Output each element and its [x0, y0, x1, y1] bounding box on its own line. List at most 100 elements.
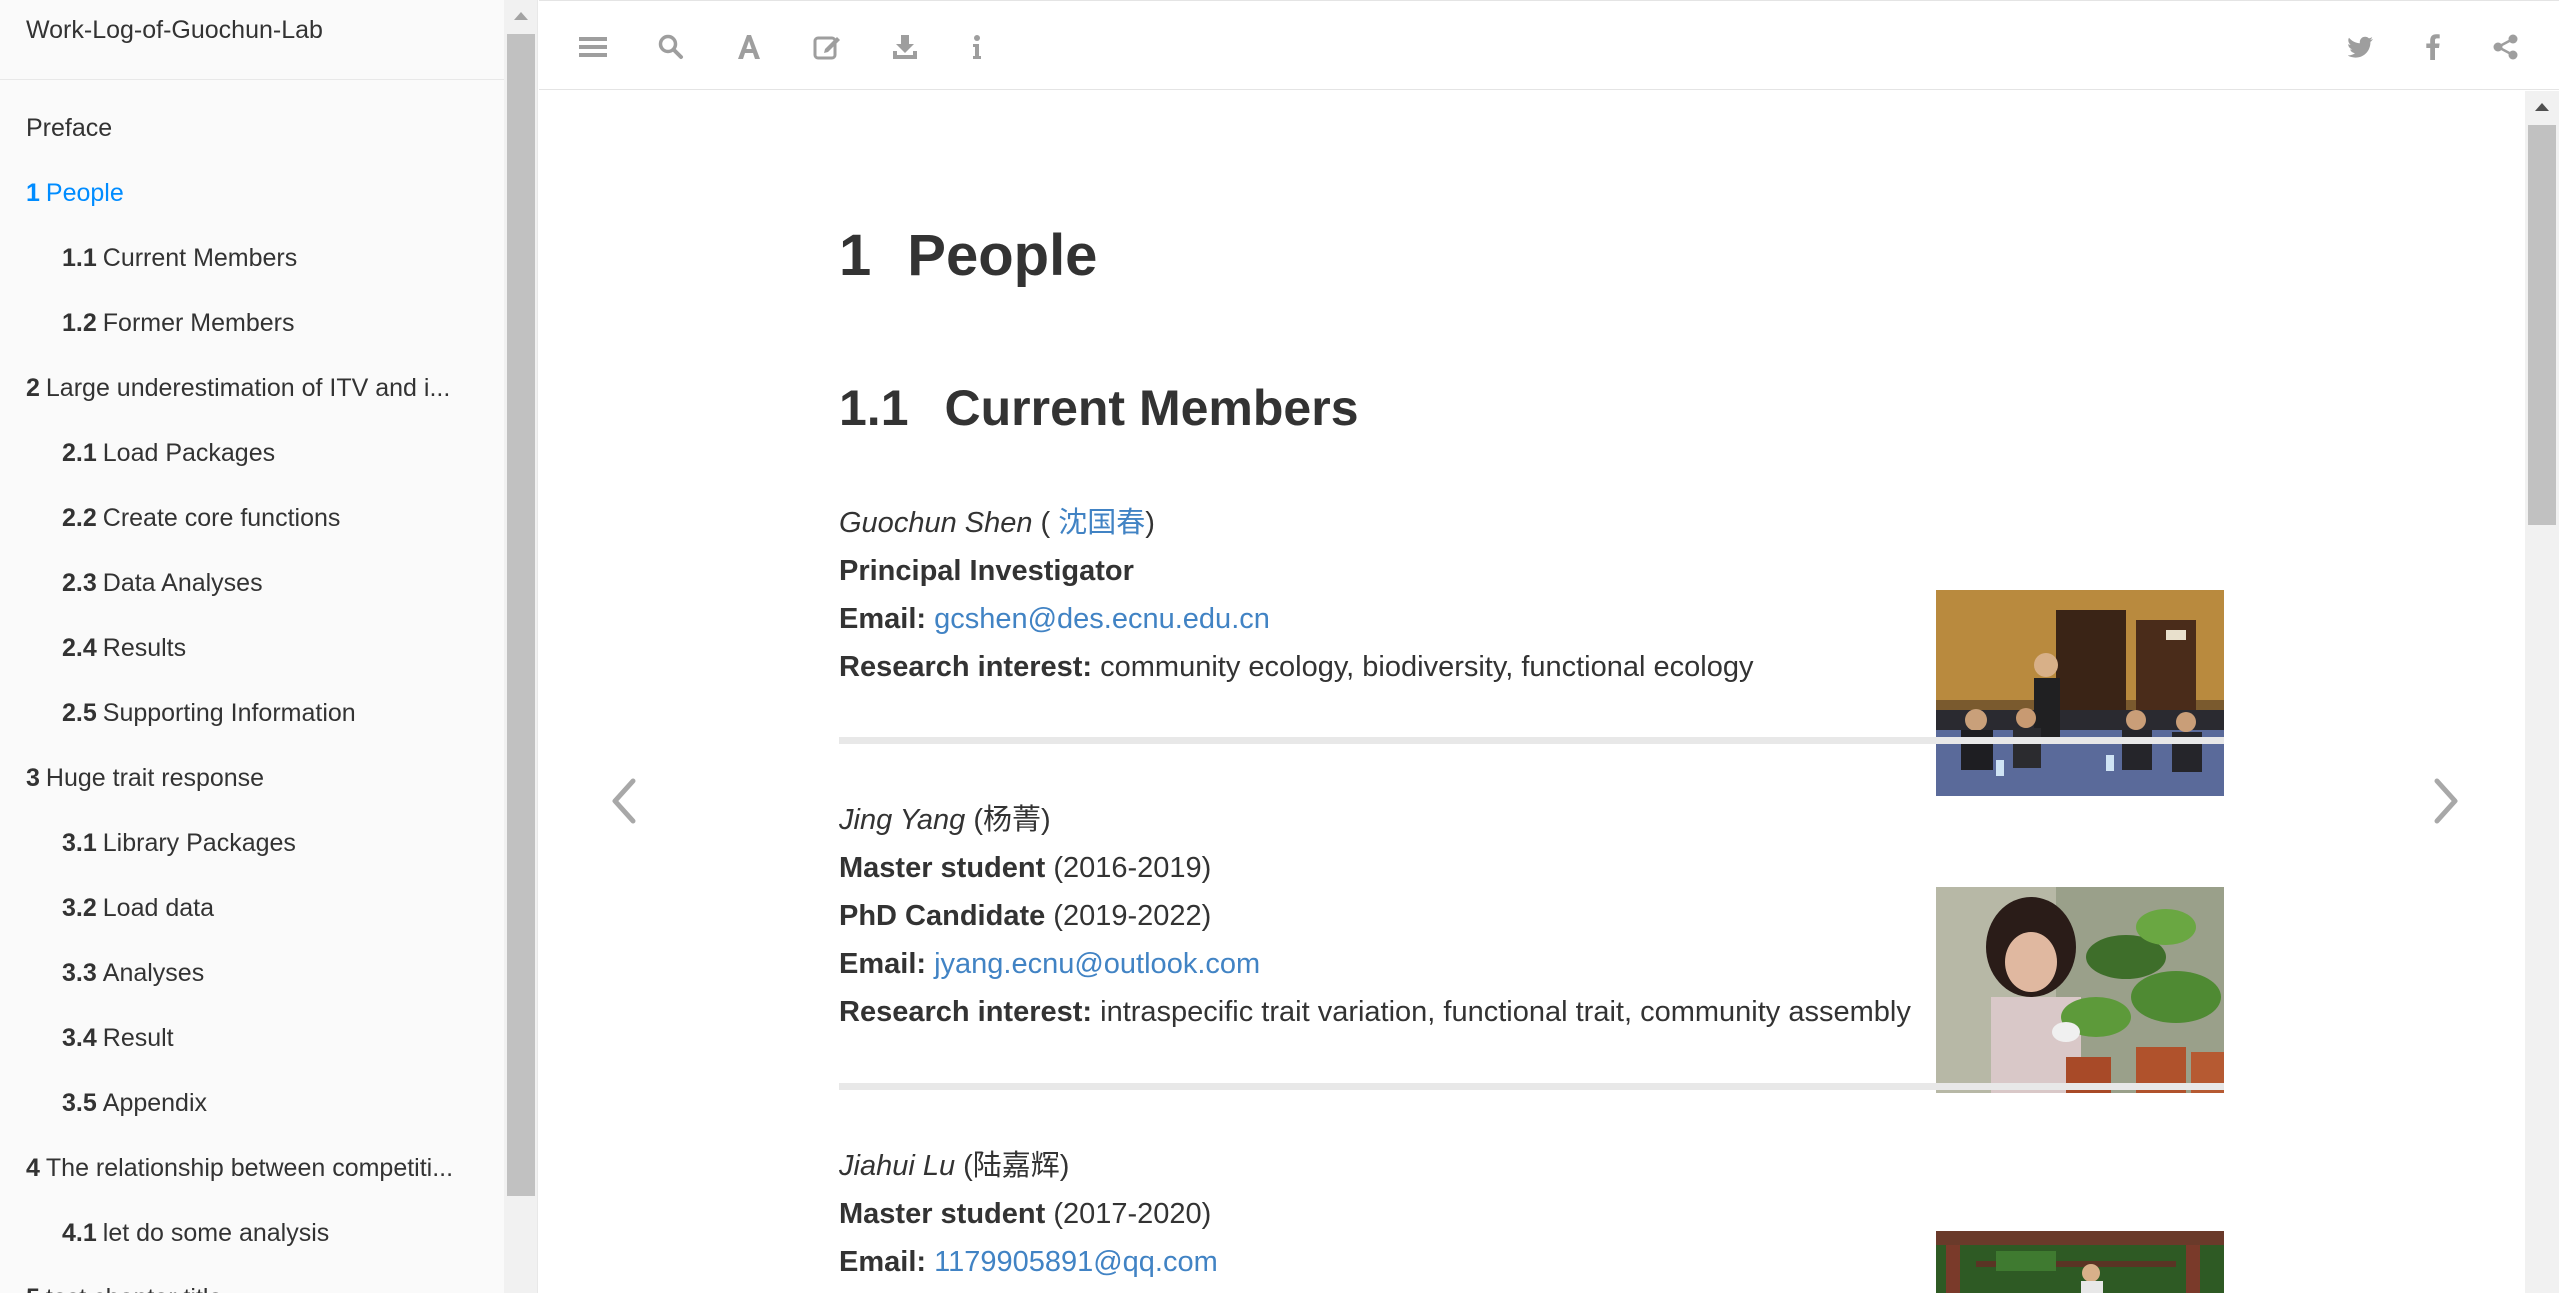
edit-icon[interactable]: [807, 27, 847, 67]
table-of-contents: Preface 1 People 1.1 Current Members 1.2 Fo…: [0, 80, 504, 1293]
toc-item-appendix[interactable]: 3.5 Appendix: [0, 1071, 504, 1136]
share-icon[interactable]: [2486, 27, 2526, 67]
toc-item-chapter-2[interactable]: 2 Large underestimation of ITV and i...: [0, 356, 504, 421]
toc-number: 3.4: [62, 1024, 97, 1052]
member-role: Principal Investigator: [839, 555, 1134, 587]
toc-item-current-members[interactable]: 1.1 Current Members: [0, 226, 504, 291]
menu-icon[interactable]: [573, 27, 613, 67]
toc-item-load-data[interactable]: 3.2 Load data: [0, 876, 504, 941]
toc-number: 1.1: [62, 244, 97, 272]
toc-item-results[interactable]: 2.4 Results: [0, 616, 504, 681]
section-number: 1.1: [839, 380, 909, 436]
twitter-icon[interactable]: [2341, 27, 2381, 67]
member-role-line: Principal Investigator: [839, 547, 2224, 595]
toc-label: Huge trait response: [45, 764, 265, 792]
book-page: 1 People 1.1 Current Members Guochun Shen …: [539, 91, 2525, 1293]
toc-number: 2.5: [62, 699, 97, 727]
member-cn-name-link[interactable]: 沈国春: [1058, 507, 1145, 539]
member-photo: [1936, 887, 2224, 1093]
email-label: Email:: [839, 948, 927, 980]
toc-label: Data Analyses: [102, 569, 263, 597]
member-cn-name: (陆嘉辉): [955, 1150, 1070, 1182]
email-label: Email:: [839, 1246, 927, 1278]
toc-item-data-analyses[interactable]: 2.3 Data Analyses: [0, 551, 504, 616]
toc-item-supporting-information[interactable]: 2.5 Supporting Information: [0, 681, 504, 746]
page-scrollbar[interactable]: [2525, 91, 2559, 1293]
toc-number: 2.1: [62, 439, 97, 467]
next-page-chevron-icon[interactable]: [2425, 771, 2465, 831]
toc-number: 3.1: [62, 829, 97, 857]
toc-item-create-core-functions[interactable]: 2.2 Create core functions: [0, 486, 504, 551]
member-role-years: (2016-2019): [1045, 852, 1212, 884]
toc-number: 3.5: [62, 1089, 97, 1117]
facebook-icon[interactable]: [2413, 27, 2453, 67]
toc-item-let-do-some-analysis[interactable]: 4.1 let do some analysis: [0, 1201, 504, 1266]
member-interest: community ecology, biodiversity, functio…: [1092, 651, 1754, 683]
member-role: Master student: [839, 852, 1046, 884]
scroll-up-arrow-icon[interactable]: [514, 12, 528, 20]
member-card: Jing Yang (杨菁) Master student (2016-2019…: [839, 796, 2224, 1093]
member-name-line: Jing Yang (杨菁): [839, 796, 2224, 844]
toc-label: let do some analysis: [102, 1219, 330, 1247]
toc-item-former-members[interactable]: 1.2 Former Members: [0, 291, 504, 356]
download-icon[interactable]: [885, 27, 925, 67]
book-toolbar: [539, 0, 2559, 90]
paren-close: ): [1145, 507, 1155, 539]
member-email-link[interactable]: 1179905891@qq.com: [934, 1246, 1218, 1278]
toc-number: 1.2: [62, 309, 97, 337]
member-role-line: Master student (2016-2019): [839, 844, 2224, 892]
member-photo: [1936, 1231, 2224, 1293]
toc-item-chapter-3[interactable]: 3 Huge trait response: [0, 746, 504, 811]
member-card: Jiahui Lu (陆嘉辉) Master student (2017-202…: [839, 1142, 2224, 1293]
member-role-years: (2017-2020): [1045, 1198, 1212, 1230]
member-role: Master student: [839, 1198, 1046, 1230]
toc-number: 3: [26, 764, 40, 792]
member-photo: [1936, 590, 2224, 796]
toc-number: 3.3: [62, 959, 97, 987]
scroll-up-arrow-icon[interactable]: [2535, 103, 2549, 111]
toc-label: Results: [102, 634, 187, 662]
toc-item-result[interactable]: 3.4 Result: [0, 1006, 504, 1071]
member-name: Guochun Shen: [839, 507, 1033, 539]
chapter-number: 1: [839, 223, 872, 288]
member-name-line: Jiahui Lu (陆嘉辉): [839, 1142, 2224, 1190]
sidebar-scrollbar[interactable]: [504, 0, 537, 1293]
sidebar-scrollbar-thumb[interactable]: [507, 34, 535, 1196]
toc-number: 3.2: [62, 894, 97, 922]
chapter-title: People: [907, 223, 1098, 288]
member-email-link[interactable]: gcshen@des.ecnu.edu.cn: [934, 603, 1270, 635]
search-icon[interactable]: [651, 27, 691, 67]
toc-label: People: [45, 179, 124, 207]
toc-number: 4: [26, 1154, 40, 1182]
page-scrollbar-thumb[interactable]: [2528, 125, 2556, 525]
paren-open: (: [1032, 507, 1059, 539]
toc-item-preface[interactable]: Preface: [0, 96, 504, 161]
member-name: Jing Yang: [839, 804, 966, 836]
toc-label: Former Members: [102, 309, 295, 337]
member-email-link[interactable]: jyang.ecnu@outlook.com: [934, 948, 1260, 980]
toc-label: Create core functions: [102, 504, 341, 532]
toc-item-library-packages[interactable]: 3.1 Library Packages: [0, 811, 504, 876]
toc-number: 5: [26, 1284, 40, 1293]
toc-item-chapter-4[interactable]: 4 The relationship between competiti...: [0, 1136, 504, 1201]
toc-item-load-packages[interactable]: 2.1 Load Packages: [0, 421, 504, 486]
toc-item-chapter-5[interactable]: 5 test chapter title: [0, 1266, 504, 1293]
interest-label: Research interest:: [839, 651, 1093, 683]
member-role: PhD Candidate: [839, 900, 1046, 932]
info-icon[interactable]: [957, 27, 997, 67]
toc-item-people[interactable]: 1 People: [0, 161, 504, 226]
toc-label: Large underestimation of ITV and i...: [45, 374, 451, 402]
member-role-years: (2019-2022): [1045, 900, 1212, 932]
toc-item-analyses[interactable]: 3.3 Analyses: [0, 941, 504, 1006]
member-card: Guochun Shen ( 沈国春) Principal Investigat…: [839, 499, 2224, 796]
sidebar: Work-Log-of-Guochun-Lab Preface 1 People …: [0, 0, 538, 1293]
font-settings-icon[interactable]: [729, 27, 769, 67]
toc-label: Current Members: [102, 244, 298, 272]
interest-label: Research interest:: [839, 996, 1093, 1028]
sidebar-content: Work-Log-of-Guochun-Lab Preface 1 People …: [0, 0, 504, 1293]
book-title[interactable]: Work-Log-of-Guochun-Lab: [0, 0, 504, 80]
toc-number: 1: [26, 179, 40, 207]
toc-label: Supporting Information: [102, 699, 356, 727]
previous-page-chevron-icon[interactable]: [605, 771, 645, 831]
toc-number: 2.3: [62, 569, 97, 597]
